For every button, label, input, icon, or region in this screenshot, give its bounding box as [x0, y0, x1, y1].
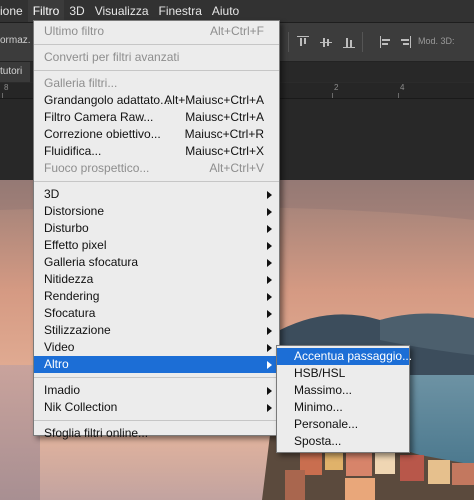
menu-item-label: Nitidezza — [44, 272, 94, 286]
submenu-arrow-icon — [267, 293, 272, 301]
menu-item-shortcut: Alt+Ctrl+F — [209, 24, 264, 38]
menu-item-label: Effetto pixel — [44, 238, 107, 252]
menu-item-label: Ultimo filtro — [44, 24, 105, 38]
submenu-arrow-icon — [267, 327, 272, 335]
3d-mode-label: Mod. 3D: — [418, 36, 455, 46]
menu-item-label: Grandangolo adattato... — [44, 93, 171, 107]
menu-item-ultimo-filtro[interactable]: Ultimo filtro Alt+Ctrl+F — [34, 23, 279, 40]
altro-submenu: Accentua passaggio... HSB/HSL Massimo...… — [276, 345, 412, 453]
menu-item-sfocatura[interactable]: Sfocatura — [34, 305, 279, 322]
menu-item-shortcut: Maiusc+Ctrl+R — [184, 127, 264, 141]
menu-item-effetto-pixel[interactable]: Effetto pixel — [34, 237, 279, 254]
menu-item-altro[interactable]: Altro — [34, 356, 279, 373]
menu-separator — [34, 420, 279, 421]
menu-item-sfoglia-filtri-online[interactable]: Sfoglia filtri online... — [34, 425, 279, 442]
submenu-item-accentua-passaggio[interactable]: Accentua passaggio... — [277, 348, 412, 365]
menu-item-distorsione[interactable]: Distorsione — [34, 203, 279, 220]
transform-label: ormaz. — [0, 35, 31, 46]
distribute-left-icon[interactable] — [380, 36, 392, 48]
ruler-tick-label: 8 — [4, 83, 9, 92]
menu-filtro[interactable]: Filtro — [27, 0, 65, 22]
menu-item-filtro-camera-raw[interactable]: Filtro Camera Raw... Maiusc+Ctrl+A — [34, 109, 279, 126]
menu-item-galleria-filtri[interactable]: Galleria filtri... — [34, 75, 279, 92]
menu-item-rendering[interactable]: Rendering — [34, 288, 279, 305]
menu-item-galleria-sfocatura[interactable]: Galleria sfocatura — [34, 254, 279, 271]
align-bottom-icon[interactable] — [343, 36, 355, 48]
menu-item-label: Disturbo — [44, 221, 89, 235]
submenu-item-massimo[interactable]: Massimo... — [277, 382, 409, 399]
menu-item-shortcut: Alt+Ctrl+V — [209, 161, 264, 175]
menu-item-label: Distorsione — [44, 204, 105, 218]
options-separator — [288, 32, 289, 52]
menu-item-stilizzazione[interactable]: Stilizzazione — [34, 322, 279, 339]
menu-item-grandangolo-adattato[interactable]: Grandangolo adattato... Alt+Maiusc+Ctrl+… — [34, 92, 279, 109]
submenu-arrow-icon — [267, 361, 272, 369]
submenu-arrow-icon — [267, 344, 272, 352]
submenu-arrow-icon — [267, 404, 272, 412]
menu-item-label: Correzione obiettivo... — [44, 127, 161, 141]
menu-item-label: Filtro Camera Raw... — [44, 110, 154, 124]
document-tab[interactable]: tutori — [0, 62, 31, 82]
submenu-arrow-icon — [267, 259, 272, 267]
submenu-item-sposta[interactable]: Sposta... — [277, 433, 409, 450]
menu-item-label: Fluidifica... — [44, 144, 102, 158]
filter-menu: Ultimo filtro Alt+Ctrl+F Converti per fi… — [33, 20, 280, 440]
ruler-tick-label: 4 — [400, 83, 405, 92]
menu-separator — [34, 181, 279, 182]
menu-item-label: Video — [44, 340, 75, 354]
ruler-tick — [2, 93, 3, 98]
menu-item-label: Fuoco prospettico... — [44, 161, 150, 175]
submenu-arrow-icon — [267, 191, 272, 199]
menu-finestra[interactable]: Finestra — [154, 0, 207, 22]
menu-item-shortcut: Maiusc+Ctrl+A — [185, 110, 264, 124]
menu-item-shortcut: Maiusc+Ctrl+X — [185, 144, 264, 158]
menu-item-label: Nik Collection — [44, 400, 118, 414]
menu-item-nitidezza[interactable]: Nitidezza — [34, 271, 279, 288]
align-top-icon[interactable] — [297, 36, 309, 48]
menu-item-label: Galleria sfocatura — [44, 255, 139, 269]
menu-item-label: Stilizzazione — [44, 323, 111, 337]
submenu-arrow-icon — [267, 225, 272, 233]
menu-item-label: Converti per filtri avanzati — [44, 50, 180, 64]
align-vertical-center-icon[interactable] — [320, 36, 332, 48]
menu-item-label: Sfoglia filtri online... — [44, 426, 149, 440]
menu-separator — [34, 44, 279, 45]
menu-item-shortcut: Alt+Maiusc+Ctrl+A — [164, 93, 264, 107]
ruler-tick — [332, 93, 333, 98]
menu-visualizza[interactable]: Visualizza — [90, 0, 154, 22]
submenu-arrow-icon — [267, 242, 272, 250]
submenu-arrow-icon — [267, 310, 272, 318]
submenu-item-personale[interactable]: Personale... — [277, 416, 409, 433]
menu-item-label: Imadio — [44, 383, 81, 397]
ruler-tick-label: 2 — [334, 83, 339, 92]
ruler-tick — [398, 93, 399, 98]
menu-item-label: Sfocatura — [44, 306, 96, 320]
menu-item-fluidifica[interactable]: Fluidifica... Maiusc+Ctrl+X — [34, 143, 279, 160]
menu-separator — [34, 70, 279, 71]
menu-3d[interactable]: 3D — [64, 0, 89, 22]
menu-item-nik-collection[interactable]: Nik Collection — [34, 399, 279, 416]
menu-item-label: 3D — [44, 187, 60, 201]
submenu-arrow-icon — [267, 387, 272, 395]
menu-item-disturbo[interactable]: Disturbo — [34, 220, 279, 237]
submenu-item-minimo[interactable]: Minimo... — [277, 399, 409, 416]
menu-item-label: Rendering — [44, 289, 100, 303]
menu-item-label: Galleria filtri... — [44, 76, 118, 90]
menu-immagine-partial[interactable]: ione — [0, 0, 28, 22]
submenu-arrow-icon — [267, 276, 272, 284]
menu-item-3d[interactable]: 3D — [34, 186, 279, 203]
options-separator — [362, 32, 363, 52]
menu-item-fuoco-prospettico[interactable]: Fuoco prospettico... Alt+Ctrl+V — [34, 160, 279, 177]
menu-item-label: Altro — [44, 357, 69, 371]
submenu-item-hsb-hsl[interactable]: HSB/HSL — [277, 365, 409, 382]
distribute-right-icon[interactable] — [399, 36, 411, 48]
menu-item-correzione-obiettivo[interactable]: Correzione obiettivo... Maiusc+Ctrl+R — [34, 126, 279, 143]
menu-item-imadio[interactable]: Imadio — [34, 382, 279, 399]
menu-separator — [34, 377, 279, 378]
menu-aiuto[interactable]: Aiuto — [207, 0, 244, 22]
menu-item-converti-filtri-avanzati[interactable]: Converti per filtri avanzati — [34, 49, 279, 66]
submenu-arrow-icon — [267, 208, 272, 216]
menu-item-video[interactable]: Video — [34, 339, 279, 356]
